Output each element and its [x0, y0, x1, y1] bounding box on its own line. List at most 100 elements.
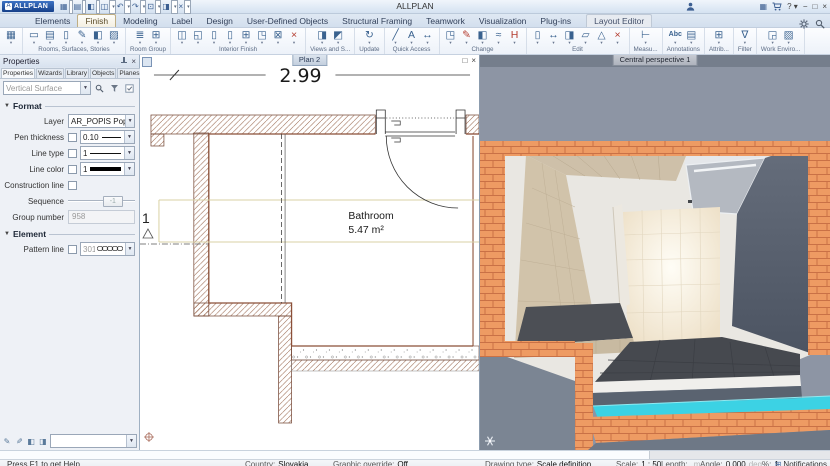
section-icon[interactable]: ◩ ▾: [330, 29, 346, 45]
storey-icon[interactable]: ▤ ▾: [42, 29, 58, 45]
minimize-button[interactable]: −: [803, 1, 808, 12]
line-type-dropdown[interactable]: 1 ▼: [80, 146, 135, 160]
user-account-icon[interactable]: [686, 2, 695, 11]
sequence-slider[interactable]: -1: [68, 195, 135, 207]
line-color-dropdown[interactable]: 1 ▼: [80, 162, 135, 176]
room-group-add-icon[interactable]: ⊞ ▾: [148, 29, 164, 45]
menu-tab[interactable]: Teamwork: [419, 15, 472, 27]
viewport-menu-icon[interactable]: [142, 57, 152, 67]
pen-thickness-dropdown[interactable]: 0.10 ▼: [80, 130, 135, 144]
save-favorite-icon[interactable]: ◨: [38, 437, 48, 446]
properties-tab[interactable]: Library: [65, 68, 89, 78]
ceiling-surface-icon[interactable]: ◳ ▾: [254, 29, 270, 45]
plan-viewport[interactable]: Plan 2 □ ×: [140, 55, 480, 450]
floor-plan-drawing[interactable]: 2.99: [140, 55, 479, 450]
skirting-icon[interactable]: ⊠ ▾: [270, 29, 286, 45]
pen-thickness-checkbox[interactable]: [68, 133, 77, 142]
properties-tab[interactable]: Planes: [117, 68, 141, 78]
attributes-icon[interactable]: ⊞ ▾: [711, 29, 727, 45]
menu-tab[interactable]: Modeling: [116, 15, 165, 27]
notifications-button[interactable]: ⊞ Notifications: [775, 460, 827, 466]
format-section-header[interactable]: ▼ Format: [0, 97, 139, 113]
filter-icon[interactable]: [108, 82, 121, 95]
room-icon[interactable]: ▭ ▾: [26, 29, 42, 45]
transfer-parameters-icon[interactable]: ✎: [14, 437, 24, 446]
layer-dropdown[interactable]: AR_POPIS Popis ▼: [68, 114, 135, 128]
search-icon[interactable]: [815, 16, 825, 34]
convert-element-icon[interactable]: ◧ ▾: [475, 29, 491, 45]
floor-surface-icon[interactable]: ◱ ▾: [190, 29, 206, 45]
properties-tab[interactable]: Objects: [90, 68, 116, 78]
pick-up-parameters-icon[interactable]: ✎: [2, 437, 12, 446]
beam-icon[interactable]: ▯ ▾: [222, 29, 238, 45]
mirror-icon[interactable]: ◨ ▾: [562, 29, 578, 45]
workspace-icon[interactable]: ◲ ▾: [765, 29, 781, 45]
plan-viewport-tab[interactable]: Plan 2: [292, 55, 327, 66]
menu-tab[interactable]: User-Defined Objects: [240, 15, 335, 27]
view-icon[interactable]: ◨ ▾: [314, 29, 330, 45]
pillar-icon[interactable]: ▯ ▾: [206, 29, 222, 45]
close-icon[interactable]: ×: [131, 57, 136, 66]
properties-tab[interactable]: Properties: [1, 68, 35, 78]
edit-element-icon[interactable]: ◳ ▾: [443, 29, 459, 45]
restore-button[interactable]: □: [812, 1, 817, 12]
scale-icon[interactable]: △ ▾: [594, 29, 610, 45]
modify-spline-icon[interactable]: ≈ ▾: [491, 29, 507, 45]
menu-tab[interactable]: Structural Framing: [335, 15, 419, 27]
settings-gear-icon[interactable]: [799, 16, 809, 34]
line-type-checkbox[interactable]: [68, 149, 77, 158]
modify-room-icon[interactable]: ✎ ▾: [74, 29, 90, 45]
modify-format-icon[interactable]: ✎ ▾: [459, 29, 475, 45]
help-button[interactable]: ? ▾: [787, 1, 798, 12]
favorites-dropdown[interactable]: ▼: [50, 434, 137, 448]
rotate-icon[interactable]: ▱ ▾: [578, 29, 594, 45]
construction-line-checkbox[interactable]: [68, 181, 77, 190]
wall-surface-icon[interactable]: ◫ ▾: [174, 29, 190, 45]
sequence-slider-thumb[interactable]: -1: [103, 196, 123, 207]
pattern-line-dropdown[interactable]: 301 ▼: [80, 242, 135, 256]
perspective-viewport[interactable]: Central perspective 1: [480, 55, 830, 450]
copy-room-icon[interactable]: ◧ ▾: [90, 29, 106, 45]
menu-tab[interactable]: Design: [199, 15, 239, 27]
delete-icon[interactable]: × ▾: [610, 29, 626, 45]
menu-tab[interactable]: Layout Editor: [586, 14, 652, 27]
element-type-select[interactable]: Vertical Surface ▼: [3, 81, 91, 95]
dialog-line[interactable]: [0, 450, 830, 460]
remove-finish-icon[interactable]: × ▾: [286, 29, 302, 45]
measure-icon[interactable]: ⊢ ▾: [638, 29, 654, 45]
modify-height-icon[interactable]: H ▾: [507, 29, 523, 45]
tiling-icon[interactable]: ⊞ ▾: [238, 29, 254, 45]
legend-icon[interactable]: ▤ ▾: [683, 29, 699, 45]
copy-icon[interactable]: ▯ ▾: [530, 29, 546, 45]
room-column-icon[interactable]: ▯ ▾: [58, 29, 74, 45]
label-abc-icon[interactable]: Abc ▾: [667, 29, 683, 45]
perspective-viewport-tab[interactable]: Central perspective 1: [613, 55, 698, 66]
match-properties-icon[interactable]: [123, 82, 136, 95]
text-icon[interactable]: A ▾: [404, 29, 420, 45]
menu-tab[interactable]: Finish: [77, 14, 116, 27]
line-color-checkbox[interactable]: [68, 165, 77, 174]
filter-icon[interactable]: ∇ ▾: [737, 29, 753, 45]
environment-icon[interactable]: ▨ ▾: [781, 29, 797, 45]
menu-tab[interactable]: Elements: [28, 15, 77, 27]
element-section-header[interactable]: ▼ Element: [0, 225, 139, 241]
line-icon[interactable]: ╱ ▾: [388, 29, 404, 45]
update-3d-icon[interactable]: ↻ ▾: [361, 29, 377, 45]
pattern-line-checkbox[interactable]: [68, 245, 77, 254]
pin-icon[interactable]: [120, 57, 128, 65]
room-group-icon[interactable]: ≣ ▾: [132, 29, 148, 45]
dimension-line-icon[interactable]: ↔ ▾: [420, 29, 436, 45]
connect-icon[interactable]: ▦: [760, 1, 768, 12]
perspective-render[interactable]: [480, 55, 830, 450]
menu-tab[interactable]: Label: [165, 15, 200, 27]
surfaces-icon[interactable]: ▨ ▾: [106, 29, 122, 45]
menu-tab[interactable]: Plug-ins: [533, 15, 578, 27]
properties-tab[interactable]: Wizards: [36, 68, 64, 78]
menu-tab[interactable]: Visualization: [472, 15, 534, 27]
search-icon[interactable]: [93, 82, 106, 95]
load-favorite-icon[interactable]: ◧: [26, 437, 36, 446]
move-icon[interactable]: ↔ ▾: [546, 29, 562, 45]
viewport-restore-button[interactable]: □: [462, 56, 467, 65]
close-button[interactable]: ×: [822, 1, 827, 12]
viewport-close-button[interactable]: ×: [471, 56, 476, 65]
